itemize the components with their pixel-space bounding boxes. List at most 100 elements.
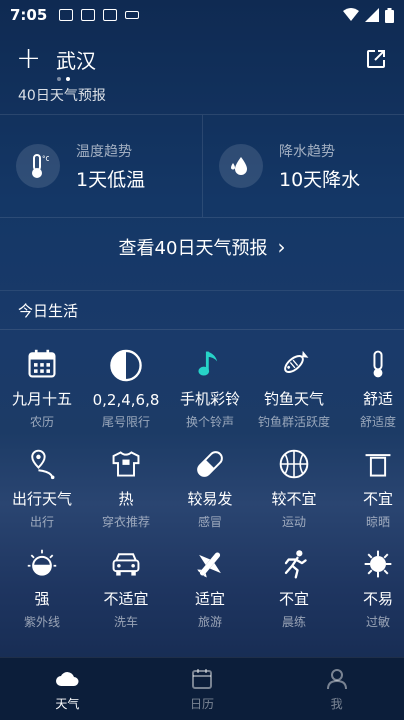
life-item-label: 出行 xyxy=(29,515,54,529)
life-item-value: 钓鱼天气 xyxy=(263,390,324,408)
life-item-label: 晨练 xyxy=(281,615,306,629)
page-indicator xyxy=(57,77,70,81)
life-item-drying[interactable]: 不宜 晾晒 xyxy=(336,430,404,530)
life-item-value: 九月十五 xyxy=(11,390,72,408)
life-item-label: 穿衣推荐 xyxy=(101,515,150,529)
life-item-label: 换个铃声 xyxy=(185,415,234,429)
user-tab-icon xyxy=(326,669,347,690)
music-note-icon xyxy=(198,351,218,376)
uv-sun-icon xyxy=(27,549,57,576)
allergy-icon xyxy=(364,550,392,578)
life-item-fishing[interactable]: 钓鱼天气 钓鱼群活跃度 xyxy=(252,330,336,430)
header: + 武汉 xyxy=(0,38,404,80)
status-bar: 7:05 xyxy=(0,0,404,30)
life-item-travel-tour[interactable]: 适宜 旅游 xyxy=(168,530,252,630)
life-item-label: 过敏 xyxy=(365,615,390,629)
life-item-allergy[interactable]: 不易 过敏 xyxy=(336,530,404,630)
shirt-hanger-icon xyxy=(365,454,391,477)
life-row: 强 紫外线 不适宜 洗车 适宜 旅游 不宜 晨练 不易 过敏 xyxy=(0,530,404,630)
basketball-icon xyxy=(279,449,309,479)
chevron-right-icon: › xyxy=(277,235,286,259)
trend-label: 降水趋势 xyxy=(279,143,335,160)
life-section-title: 今日生活 xyxy=(0,290,404,330)
life-item-value: 强 xyxy=(34,590,50,608)
life-item-label: 紫外线 xyxy=(23,615,60,629)
life-item-label: 晾晒 xyxy=(365,515,390,529)
life-item-uv[interactable]: 强 紫外线 xyxy=(0,530,84,630)
city-name[interactable]: 武汉 xyxy=(56,45,96,74)
runner-icon xyxy=(284,550,307,579)
signal-icon xyxy=(365,8,379,22)
half-circle-icon xyxy=(110,349,142,382)
life-item-label: 感冒 xyxy=(197,515,222,529)
life-item-label: 钓鱼群活跃度 xyxy=(257,415,330,429)
keyboard-notification-icon xyxy=(125,11,140,19)
life-item-label: 农历 xyxy=(29,415,54,429)
wifi-icon xyxy=(343,8,359,21)
image-notification-icon xyxy=(59,9,74,21)
page-dot-active xyxy=(66,77,70,81)
battery-icon xyxy=(385,7,394,23)
tab-me[interactable]: 我 xyxy=(269,658,404,720)
plane-icon xyxy=(197,552,221,578)
forecast-section-title: 40日天气预报 xyxy=(18,88,106,101)
life-item-cold[interactable]: 较易发 感冒 xyxy=(168,430,252,530)
life-item-value: 不宜 xyxy=(362,490,393,508)
app-notification-icon xyxy=(81,9,96,21)
view-40day-forecast-button[interactable]: 查看40日天气预报 › xyxy=(0,218,404,276)
tshirt-icon xyxy=(112,451,140,477)
route-pin-icon xyxy=(31,449,55,480)
tab-label: 我 xyxy=(330,697,343,711)
life-row: 九月十五 农历 0,2,4,6,8 尾号限行 手机彩铃 换个铃声 钓鱼天气 钓鱼… xyxy=(0,330,404,430)
life-item-value: 不适宜 xyxy=(103,590,149,608)
life-item-value: 舒适 xyxy=(362,390,393,408)
tab-label: 日历 xyxy=(190,697,215,711)
fish-icon xyxy=(284,350,309,373)
life-item-value: 不宜 xyxy=(278,590,309,608)
bottom-tab-bar: 天气 日历 我 xyxy=(0,657,404,720)
life-row: 出行天气 出行 热 穿衣推荐 较易发 感冒 较不宜 运动 不宜 晾晒 xyxy=(0,430,404,530)
tab-weather[interactable]: 天气 xyxy=(0,658,135,720)
rain-drop-icon xyxy=(219,144,263,188)
trend-card: °C 温度趋势 1天低温 降水趋势 10天降水 xyxy=(0,114,404,218)
life-item-travel[interactable]: 出行天气 出行 xyxy=(0,430,84,530)
life-item-value: 热 xyxy=(118,490,134,508)
notification-icons xyxy=(59,9,140,21)
cloud-tab-icon xyxy=(56,672,79,686)
life-item-label: 舒适度 xyxy=(359,415,396,429)
life-item-lunar[interactable]: 九月十五 农历 xyxy=(0,330,84,430)
page-dot xyxy=(57,77,61,81)
tab-calendar[interactable]: 日历 xyxy=(135,658,270,720)
car-icon xyxy=(112,553,140,576)
tab-label: 天气 xyxy=(55,697,80,711)
precipitation-trend[interactable]: 降水趋势 10天降水 xyxy=(202,115,404,217)
thermometer-icon: °C xyxy=(16,144,60,188)
life-item-value: 较易发 xyxy=(187,490,233,508)
life-item-value: 手机彩铃 xyxy=(179,390,240,408)
calendar-icon xyxy=(28,349,56,378)
trend-value: 10天降水 xyxy=(279,168,361,191)
add-city-button[interactable]: + xyxy=(16,44,42,74)
trend-value: 1天低温 xyxy=(76,168,146,191)
life-grid: 九月十五 农历 0,2,4,6,8 尾号限行 手机彩铃 换个铃声 钓鱼天气 钓鱼… xyxy=(0,330,404,630)
life-item-value: 不易 xyxy=(362,590,393,608)
temperature-trend[interactable]: °C 温度趋势 1天低温 xyxy=(0,115,202,217)
life-item-morning-exercise[interactable]: 不宜 晨练 xyxy=(252,530,336,630)
svg-text:°C: °C xyxy=(42,155,49,163)
life-item-label: 运动 xyxy=(281,515,306,529)
share-icon[interactable] xyxy=(364,47,388,71)
life-item-value: 适宜 xyxy=(194,590,225,608)
pill-icon xyxy=(197,451,223,477)
life-item-sport[interactable]: 较不宜 运动 xyxy=(252,430,336,530)
life-item-label: 洗车 xyxy=(113,615,138,629)
view40-label: 查看40日天气预报 xyxy=(118,238,268,259)
life-item-carwash[interactable]: 不适宜 洗车 xyxy=(84,530,168,630)
life-item-value: 0,2,4,6,8 xyxy=(92,391,160,409)
life-item-dressing[interactable]: 热 穿衣推荐 xyxy=(84,430,168,530)
life-item-plate-limit[interactable]: 0,2,4,6,8 尾号限行 xyxy=(84,330,168,430)
life-item-label: 旅游 xyxy=(197,615,222,629)
status-time: 7:05 xyxy=(10,6,48,24)
life-item-comfort[interactable]: 舒适 舒适度 xyxy=(336,330,404,430)
life-item-label: 尾号限行 xyxy=(101,415,150,429)
life-item-ringtone[interactable]: 手机彩铃 换个铃声 xyxy=(168,330,252,430)
